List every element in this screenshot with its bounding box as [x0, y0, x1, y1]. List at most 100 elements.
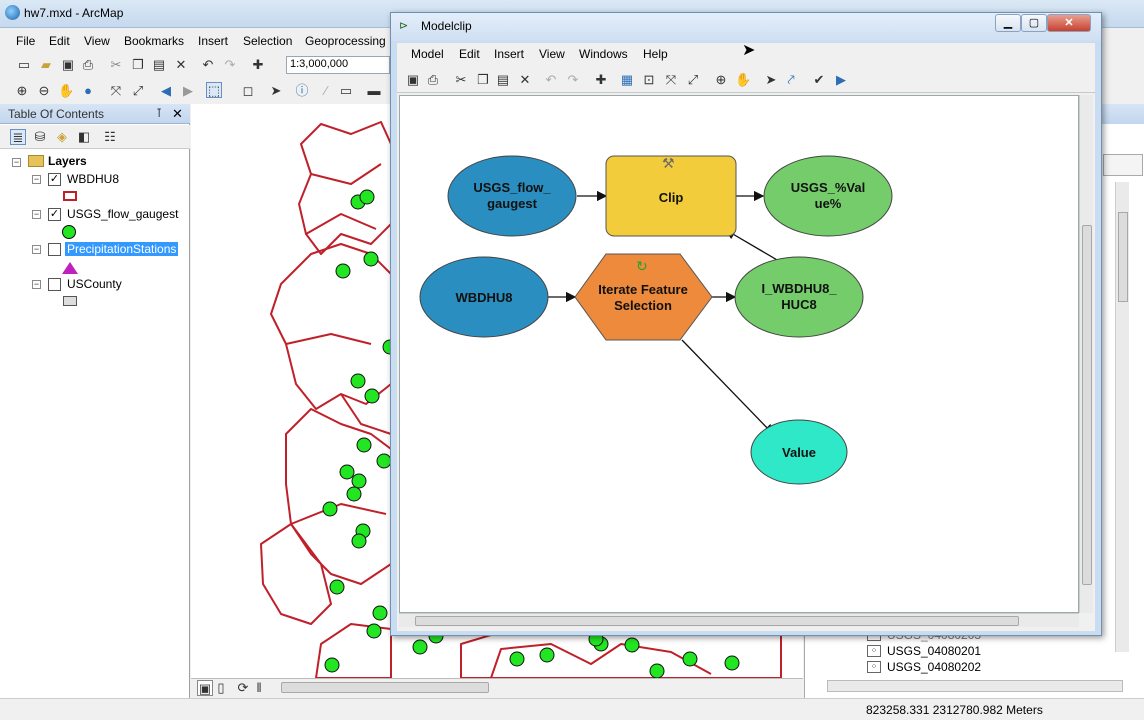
fixed-zoom-in-icon[interactable]: ⤧ — [108, 83, 124, 99]
undo-icon[interactable]: ↶ — [543, 72, 559, 88]
catalog-item[interactable]: ⁘ USGS_04080202 — [867, 660, 981, 674]
polygon-symbol-icon[interactable] — [63, 191, 77, 201]
scrollbar-thumb[interactable] — [1082, 225, 1092, 585]
measure-icon[interactable]: ▬ — [366, 83, 382, 99]
node-wbdhu8[interactable]: WBDHU8 — [419, 256, 549, 338]
save-icon[interactable]: ▣ — [60, 57, 76, 73]
catalog-item[interactable]: ⁘ USGS_04080201 — [867, 644, 981, 658]
pan-icon[interactable]: ✋ — [735, 72, 751, 88]
menu-model[interactable]: Model — [411, 47, 444, 61]
run-icon[interactable]: ▶ — [833, 72, 849, 88]
menu-edit[interactable]: Edit — [459, 47, 480, 61]
model-canvas[interactable]: USGS_flow_ gaugest Clip ⚒ USGS_%Val ue% — [399, 95, 1079, 613]
toc-layer-uscounty[interactable]: − USCounty — [0, 276, 190, 294]
html-popup-icon[interactable]: ▭ — [338, 83, 354, 99]
zoom-in-icon[interactable]: ⊕ — [713, 72, 729, 88]
zoom-out-icon[interactable]: ⊖ — [36, 83, 52, 99]
collapse-icon[interactable]: − — [32, 175, 41, 184]
node-usgs-flow-gaugest[interactable]: USGS_flow_ gaugest — [447, 155, 577, 237]
add-connection-icon[interactable]: ⤤ — [783, 72, 799, 88]
cut-icon[interactable]: ✂ — [108, 57, 124, 73]
map-horizontal-scrollbar[interactable] — [281, 682, 489, 693]
full-extent-icon[interactable]: ⊡ — [641, 72, 657, 88]
node-usgs-value-output[interactable]: USGS_%Val ue% — [763, 155, 893, 237]
menu-bookmarks[interactable]: Bookmarks — [124, 34, 184, 48]
toc-layer-gauges[interactable]: − ✓ USGS_flow_gaugest — [0, 206, 190, 224]
refresh-icon[interactable]: ⟳ — [235, 680, 251, 696]
print-icon[interactable]: ⎙ — [80, 57, 96, 73]
auto-layout-icon[interactable]: ▦ — [619, 72, 635, 88]
redo-icon[interactable]: ↷ — [565, 72, 581, 88]
minimize-button[interactable]: ▁ — [995, 14, 1021, 32]
add-data-icon[interactable]: ✚ — [250, 57, 266, 73]
clear-selection-icon[interactable]: ◻ — [240, 83, 256, 99]
toc-layer-precipitation[interactable]: − PrecipitationStations — [0, 241, 190, 259]
pan-icon[interactable]: ✋ — [58, 83, 74, 99]
new-document-icon[interactable]: ▭ — [16, 57, 32, 73]
canvas-horizontal-scrollbar[interactable] — [399, 613, 1079, 627]
menu-view[interactable]: View — [84, 34, 110, 48]
delete-icon[interactable]: ✕ — [173, 57, 189, 73]
polygon-symbol-icon[interactable] — [63, 296, 77, 306]
list-by-drawing-order-icon[interactable]: ≣ — [10, 129, 26, 145]
modelbuilder-titlebar[interactable]: ⊳ Modelclip ▁ ▢ ✕ — [391, 13, 1101, 41]
node-clip-tool[interactable]: Clip ⚒ — [605, 155, 737, 237]
select-features-icon[interactable]: ⬚ — [206, 82, 222, 98]
layer-visibility-checkbox[interactable]: ✓ — [48, 173, 61, 186]
collapse-icon[interactable]: − — [32, 280, 41, 289]
pin-icon[interactable]: ⊺ — [156, 106, 162, 120]
zoom-in-icon[interactable]: ⊕ — [14, 83, 30, 99]
copy-icon[interactable]: ❐ — [475, 72, 491, 88]
menu-insert[interactable]: Insert — [494, 47, 524, 61]
save-icon[interactable]: ▣ — [405, 72, 421, 88]
select-elements-icon[interactable]: ➤ — [268, 83, 284, 99]
print-icon[interactable]: ⎙ — [425, 72, 441, 88]
catalog-vertical-scrollbar[interactable] — [1115, 182, 1129, 652]
collapse-icon[interactable]: − — [12, 158, 21, 167]
data-view-icon[interactable]: ▣ — [197, 680, 213, 696]
canvas-vertical-scrollbar[interactable] — [1079, 95, 1093, 613]
catalog-location-box[interactable] — [1103, 154, 1143, 176]
back-arrow-icon[interactable]: ◀ — [158, 83, 174, 99]
fixed-zoom-in-icon[interactable]: ⤧ — [663, 72, 679, 88]
delete-icon[interactable]: ✕ — [517, 72, 533, 88]
collapse-icon[interactable]: − — [32, 210, 41, 219]
maximize-button[interactable]: ▢ — [1021, 14, 1047, 32]
copy-icon[interactable]: ❐ — [130, 57, 146, 73]
list-by-source-icon[interactable]: ⛁ — [32, 129, 48, 145]
menu-windows[interactable]: Windows — [579, 47, 628, 61]
full-extent-icon[interactable]: ● — [80, 83, 96, 99]
list-by-visibility-icon[interactable]: ◈ — [54, 129, 70, 145]
close-icon[interactable]: ✕ — [172, 106, 183, 122]
validate-icon[interactable]: ✔ — [811, 72, 827, 88]
toc-layer-wbdhu8[interactable]: − ✓ WBDHU8 — [0, 171, 190, 189]
identify-icon[interactable]: ⓘ — [294, 83, 310, 99]
list-by-selection-icon[interactable]: ◧ — [76, 129, 92, 145]
options-icon[interactable]: ☷ — [102, 129, 118, 145]
menu-edit[interactable]: Edit — [49, 34, 70, 48]
node-i-wbdhu8-huc8[interactable]: I_WBDHU8_ HUC8 — [734, 256, 864, 338]
point-symbol-icon[interactable] — [62, 225, 76, 239]
model-diagram[interactable]: USGS_flow_ gaugest Clip ⚒ USGS_%Val ue% — [400, 96, 1079, 613]
fixed-zoom-out-icon[interactable]: ⤢ — [685, 72, 701, 88]
catalog-horizontal-scrollbar[interactable] — [827, 680, 1123, 692]
menu-file[interactable]: File — [16, 34, 35, 48]
select-icon[interactable]: ➤ — [763, 72, 779, 88]
fixed-zoom-out-icon[interactable]: ⤢ — [130, 83, 146, 99]
menu-geoprocessing[interactable]: Geoprocessing — [305, 34, 386, 48]
undo-icon[interactable]: ↶ — [200, 57, 216, 73]
redo-icon[interactable]: ↷ — [222, 57, 238, 73]
hyperlink-icon[interactable]: ⁄ — [318, 83, 334, 99]
layer-visibility-checkbox[interactable]: ✓ — [48, 208, 61, 221]
menu-help[interactable]: Help — [643, 47, 668, 61]
map-scale-input[interactable]: 1:3,000,000 — [286, 56, 390, 74]
paste-icon[interactable]: ▤ — [495, 72, 511, 88]
cut-icon[interactable]: ✂ — [453, 72, 469, 88]
layout-view-icon[interactable]: ▯ — [213, 680, 229, 696]
pause-drawing-icon[interactable]: ‖ — [251, 680, 267, 696]
forward-arrow-icon[interactable]: ▶ — [180, 83, 196, 99]
layer-visibility-checkbox[interactable] — [48, 278, 61, 291]
scrollbar-thumb[interactable] — [415, 616, 1019, 626]
add-data-icon[interactable]: ✚ — [593, 72, 609, 88]
triangle-symbol-icon[interactable] — [62, 262, 78, 274]
